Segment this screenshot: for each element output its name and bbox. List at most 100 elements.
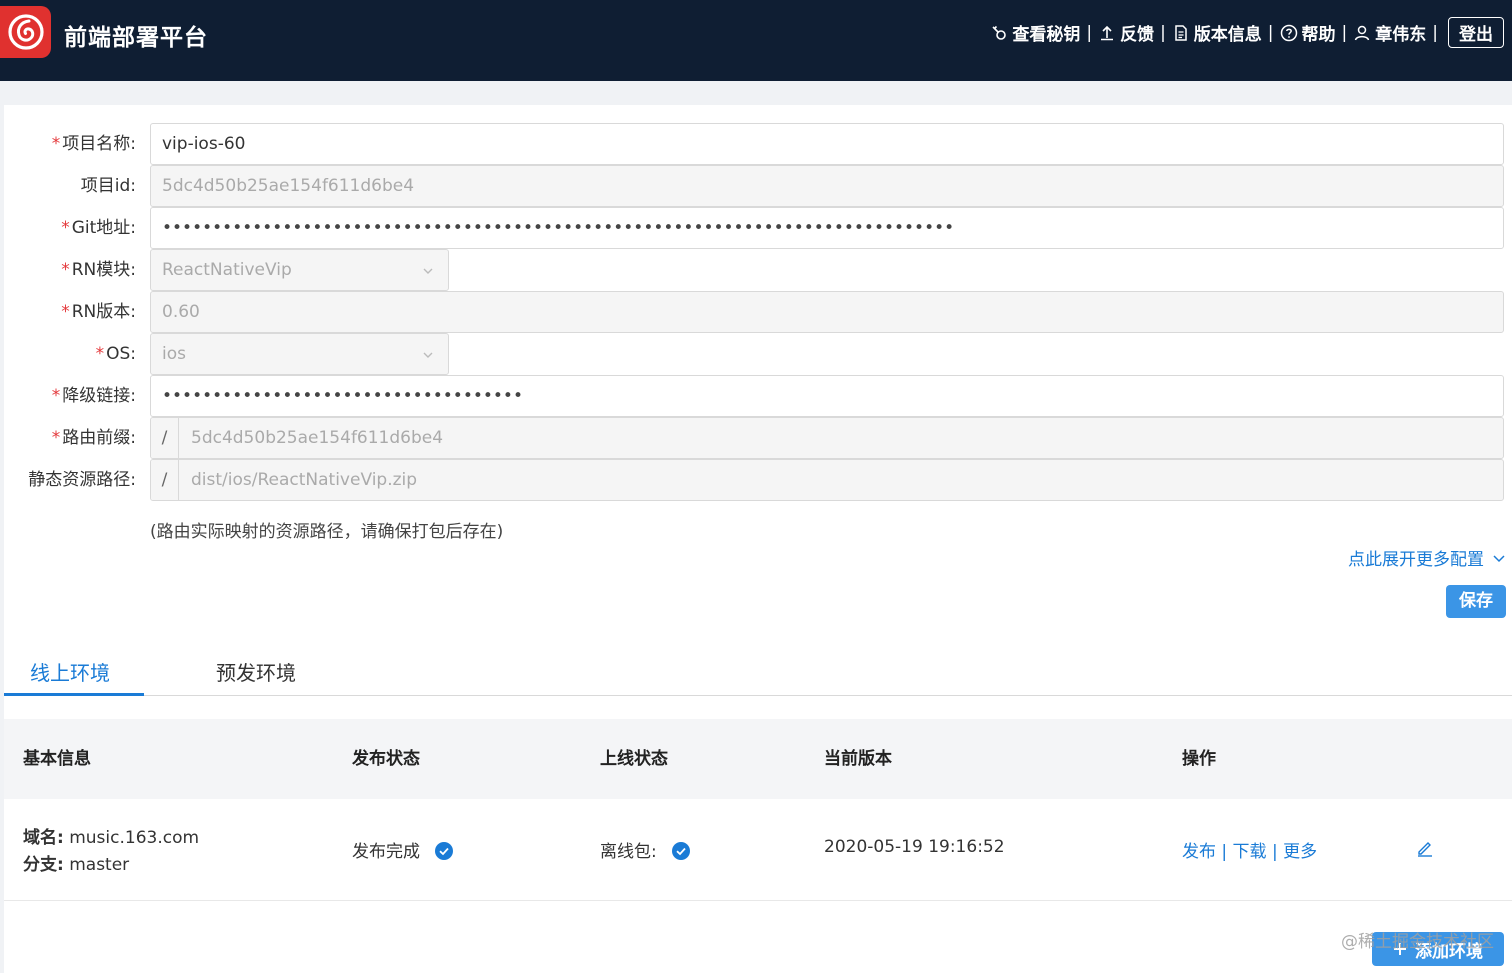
- nav-separator: |: [1432, 22, 1438, 43]
- route-prefix-label: * 路由前缀:: [52, 417, 136, 459]
- online-status-cell: 离线包:: [600, 837, 691, 862]
- column-header-current-version: 当前版本: [824, 749, 892, 769]
- route-prefix-label-text: 路由前缀:: [62, 428, 136, 448]
- tab-online[interactable]: 线上环境: [30, 657, 110, 686]
- required-mark: *: [95, 344, 105, 364]
- branch-value: master: [69, 855, 130, 875]
- row-actions-links[interactable]: 发布 | 下载 | 更多: [1182, 837, 1317, 862]
- rn-module-value: ReactNativeVip: [162, 260, 292, 280]
- git-label: * Git地址:: [61, 207, 136, 249]
- required-mark: *: [51, 428, 61, 448]
- fallback-label: * 降级链接:: [52, 375, 136, 417]
- form-row-rn-module: * RN模块: ReactNativeVip: [4, 249, 1512, 291]
- required-mark: *: [51, 386, 61, 406]
- slash-addon: /: [151, 460, 179, 500]
- branch-cell: 分支: master: [23, 850, 129, 875]
- os-value: ios: [162, 344, 186, 364]
- domain-key: 域名:: [23, 828, 64, 848]
- edit-icon[interactable]: [1416, 839, 1434, 862]
- static-path-hint: (路由实际映射的资源路径，请确保打包后存在): [150, 522, 504, 542]
- netease-music-logo[interactable]: [0, 6, 51, 58]
- form-row-project-name: * 项目名称: vip-ios-60: [4, 123, 1512, 165]
- key-icon: [992, 25, 1007, 40]
- active-tab-indicator: [4, 693, 144, 696]
- nav-separator: |: [1086, 22, 1093, 43]
- chevron-down-icon: [423, 268, 433, 274]
- online-status-text: 离线包:: [600, 842, 657, 862]
- git-url-password-input[interactable]: ••••••••••••••••••••••••••••••••••••••••…: [150, 207, 1504, 249]
- help-icon: [1280, 24, 1297, 41]
- form-row-static-path: 静态资源路径: / dist/ios/ReactNativeVip.zip: [4, 459, 1512, 501]
- required-mark: *: [61, 260, 70, 280]
- fallback-link-password-input[interactable]: ••••••••••••••••••••••••••••••••••••: [150, 375, 1504, 417]
- rn-module-select[interactable]: ReactNativeVip: [150, 249, 449, 291]
- os-select[interactable]: ios: [150, 333, 449, 375]
- help-link[interactable]: 帮助: [1280, 20, 1336, 45]
- current-version-cell: 2020-05-19 19:16:52: [824, 837, 1005, 857]
- nav-separator: |: [1267, 22, 1274, 43]
- expand-config-link[interactable]: 点此展开更多配置: [1348, 545, 1506, 570]
- project-name-input[interactable]: vip-ios-60: [150, 123, 1504, 165]
- chevron-down-icon: [1493, 554, 1505, 562]
- view-key-link[interactable]: 查看秘钥: [990, 20, 1080, 45]
- environment-tabs: 线上环境 预发环境: [4, 643, 1512, 696]
- static-path-label: 静态资源路径:: [28, 470, 136, 490]
- form-row-route-prefix: * 路由前缀: / 5dc4d50b25ae154f611d6be4: [4, 417, 1512, 459]
- form-row-project-id: 项目id: 5dc4d50b25ae154f611d6be4: [4, 165, 1512, 207]
- column-header-publish-status: 发布状态: [352, 749, 420, 769]
- rn-version-label: * RN版本:: [61, 291, 136, 333]
- watermark: @稀土掘金技术社区: [1341, 932, 1494, 952]
- feedback-label: 反馈: [1120, 25, 1155, 45]
- fallback-label-text: 降级链接:: [62, 386, 136, 406]
- git-label-text: Git地址:: [71, 218, 136, 238]
- top-bar: 前端部署平台 查看秘钥 | 反馈 | 版本信息 | 帮助 | 章伟东 | 登出: [0, 0, 1512, 81]
- check-circle-icon: [672, 842, 691, 860]
- project-id-label: 项目id:: [80, 176, 136, 196]
- domain-value: music.163.com: [69, 828, 200, 848]
- app-title: 前端部署平台: [64, 25, 208, 51]
- route-prefix-input: / 5dc4d50b25ae154f611d6be4: [150, 417, 1504, 459]
- form-row-fallback: * 降级链接: •••••••••••••••••••••••••••••••••…: [4, 375, 1512, 417]
- nav-separator: |: [1341, 22, 1348, 43]
- rn-module-label-text: RN模块:: [71, 260, 136, 280]
- publish-status-cell: 发布完成: [352, 837, 454, 862]
- user-menu[interactable]: 章伟东: [1353, 20, 1426, 45]
- rn-version-input: 0.60: [150, 291, 1504, 333]
- logo-icon: [7, 14, 44, 50]
- publish-status-text: 发布完成: [352, 842, 420, 862]
- rn-module-label: * RN模块:: [61, 249, 136, 291]
- nav-separator: |: [1160, 22, 1166, 43]
- version-info-label: 版本信息: [1193, 25, 1262, 45]
- column-header-actions: 操作: [1182, 749, 1216, 769]
- slash-addon: /: [151, 418, 179, 458]
- tab-staging[interactable]: 预发环境: [216, 657, 296, 686]
- form-row-rn-version: * RN版本: 0.60: [4, 291, 1512, 333]
- chevron-down-icon: [423, 352, 433, 358]
- branch-key: 分支:: [23, 855, 64, 875]
- feedback-link[interactable]: 反馈: [1098, 20, 1154, 45]
- rn-version-label-text: RN版本:: [71, 302, 136, 322]
- form-row-os: * OS: ios: [4, 333, 1512, 375]
- check-circle-icon: [435, 842, 454, 860]
- logout-button[interactable]: 登出: [1448, 17, 1504, 48]
- help-label: 帮助: [1301, 25, 1336, 45]
- view-key-label: 查看秘钥: [1012, 25, 1081, 45]
- form-row-git: * Git地址: ••••••••••••••••••••••••••••••••…: [4, 207, 1512, 249]
- column-header-online-status: 上线状态: [600, 749, 668, 769]
- required-mark: *: [51, 134, 61, 154]
- os-label-text: OS:: [106, 344, 136, 364]
- save-button[interactable]: 保存: [1446, 585, 1506, 618]
- static-path-value: dist/ios/ReactNativeVip.zip: [191, 470, 418, 490]
- env-table-header: 基本信息 发布状态 上线状态 当前版本 操作: [4, 719, 1512, 799]
- document-icon: [1175, 24, 1187, 41]
- upload-icon: [1101, 25, 1114, 40]
- static-path-input: / dist/ios/ReactNativeVip.zip: [150, 459, 1504, 501]
- project-config-card: * 项目名称: vip-ios-60 项目id: 5dc4d50b25ae154f…: [4, 105, 1512, 973]
- expand-config-label: 点此展开更多配置: [1348, 550, 1484, 570]
- version-info-link[interactable]: 版本信息: [1172, 20, 1262, 45]
- route-prefix-value: 5dc4d50b25ae154f611d6be4: [191, 428, 444, 448]
- required-mark: *: [61, 218, 70, 238]
- user-name: 章伟东: [1375, 25, 1427, 45]
- column-header-basic-info: 基本信息: [23, 749, 91, 769]
- project-name-label-text: 项目名称:: [62, 134, 136, 154]
